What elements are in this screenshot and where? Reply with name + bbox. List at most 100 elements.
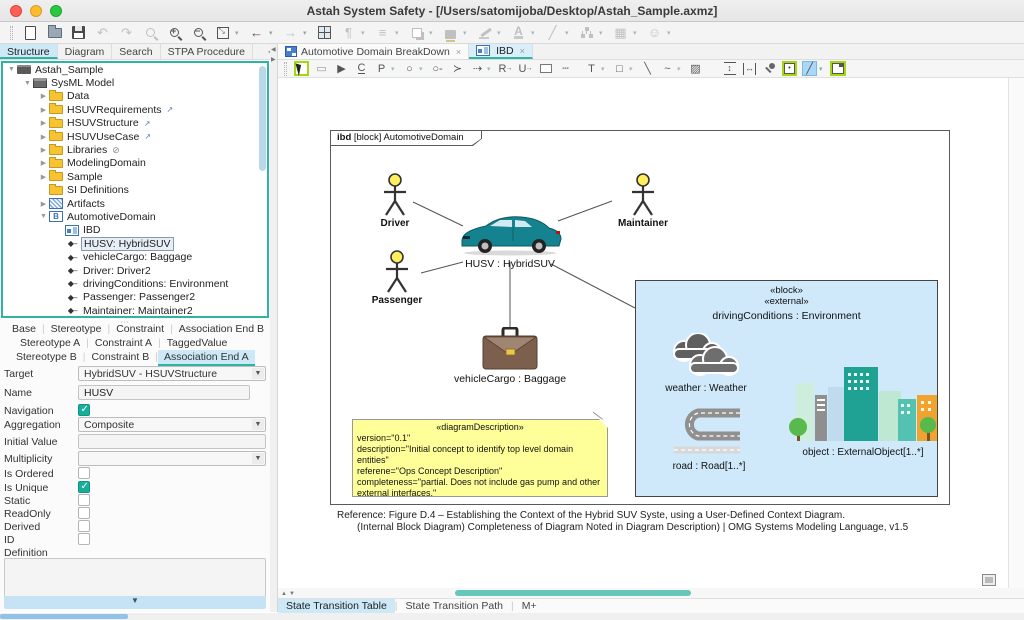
note-tool[interactable] (538, 61, 553, 76)
align-icon[interactable]: ≡ (374, 24, 391, 41)
tree-item-automotivedomain[interactable]: ▼BAutomotiveDomain (3, 210, 267, 223)
close-icon[interactable]: × (456, 47, 461, 57)
ptab-stereotype[interactable]: Stereotype (45, 322, 108, 336)
control-tool[interactable]: C (354, 61, 369, 76)
port-highlight-tool[interactable]: • (782, 61, 797, 76)
tree-item-sysml-model[interactable]: ▼SysML Model (3, 76, 267, 89)
readonly-checkbox[interactable] (78, 507, 90, 519)
fit-to-window-icon[interactable] (214, 24, 231, 41)
connector-style-icon[interactable]: ╱ (544, 24, 561, 41)
hierarchy-icon[interactable] (578, 24, 595, 41)
ptab-constraint[interactable]: Constraint (110, 322, 170, 336)
diagram-description-note[interactable]: «diagramDescription» version="0.1" descr… (352, 419, 608, 497)
grid-layout-icon[interactable]: ▦ (612, 24, 629, 41)
port-tool[interactable]: P (374, 61, 389, 76)
ptab-association-end-a[interactable]: Association End A (158, 350, 255, 366)
weather-image[interactable] (662, 333, 750, 383)
navigation-checkbox[interactable] (78, 404, 90, 416)
bottom-panel-arrows[interactable]: ▲▼ (281, 591, 297, 597)
ptab-constraint-a[interactable]: Constraint A (89, 336, 158, 350)
usecase-tool[interactable]: U (518, 61, 533, 76)
tab-stpa-procedure[interactable]: STPA Procedure (161, 44, 253, 59)
text-format-icon[interactable]: ¶ (340, 24, 357, 41)
id-checkbox[interactable] (78, 533, 90, 545)
canvas-horizontal-scrollbar[interactable]: ⋯ (278, 588, 1024, 598)
tree-item-ibd[interactable]: ▶IBD (3, 224, 267, 237)
tree-item-maintainer[interactable]: ▶◆–Maintainer: Maintainer2 (3, 304, 267, 317)
image-tool[interactable]: ▨ (688, 61, 703, 76)
distribute-vertical-tool[interactable]: ↕ (722, 61, 737, 76)
diagram-tab-ibd[interactable]: IBD × (469, 44, 533, 59)
city-image[interactable] (788, 359, 940, 443)
ptab-association-end-b[interactable]: Association End B (173, 322, 270, 336)
tree-item-passenger[interactable]: ▶◆–Passenger: Passenger2 (3, 291, 267, 304)
tree-item-libraries[interactable]: ▶Libraries⊘ (3, 143, 267, 156)
tree-item-hsuvrequirements[interactable]: ▶HSUVRequirements↗ (3, 103, 267, 116)
tab-search[interactable]: Search (112, 44, 160, 59)
zoom-in-icon[interactable] (166, 24, 183, 41)
save-icon[interactable] (70, 24, 87, 41)
derived-checkbox[interactable] (78, 520, 90, 532)
aggregation-select[interactable]: Composite▼ (78, 417, 266, 432)
rectangle-tool[interactable]: □ (612, 61, 627, 76)
tree-item-husv[interactable]: ▶◆–HUSV: HybridSUV (3, 237, 267, 250)
hscroll-thumb[interactable] (455, 590, 691, 596)
tree-item-si-definitions[interactable]: ▶SI Definitions (3, 184, 267, 197)
zoom-out-icon[interactable] (190, 24, 207, 41)
target-select[interactable]: HybridSUV - HSUVStructure▼ (78, 366, 266, 381)
ptab-taggedvalue[interactable]: TaggedValue (161, 336, 234, 350)
tab-diagram[interactable]: Diagram (58, 44, 113, 59)
layers-icon[interactable] (408, 24, 425, 41)
frame-tool[interactable] (830, 61, 846, 76)
open-file-icon[interactable] (46, 24, 63, 41)
environment-block[interactable]: «block» «external» drivingConditions : E… (635, 280, 938, 497)
diagram-canvas[interactable]: ibd [block] AutomotiveDomain Driver Main… (278, 78, 1008, 588)
line-tool[interactable]: ╲ (640, 61, 655, 76)
tree-item-modelingdomain[interactable]: ▶ModelingDomain (3, 157, 267, 170)
font-color-icon[interactable]: A (510, 24, 527, 41)
circle-tool[interactable]: ○ (402, 61, 417, 76)
lollipop-interface-tool[interactable]: ○- (430, 61, 445, 76)
tab-state-transition-table[interactable]: State Transition Table (278, 599, 395, 613)
ptab-stereotype-b[interactable]: Stereotype B (10, 350, 83, 366)
navigate-back-icon[interactable]: ← (248, 24, 265, 41)
initial-value-field[interactable] (78, 434, 266, 449)
is-ordered-checkbox[interactable] (78, 467, 90, 479)
multiplicity-select[interactable]: ▼ (78, 451, 266, 466)
tree-item-artifacts[interactable]: ▶Artifacts (3, 197, 267, 210)
zoom-reset-icon[interactable] (142, 24, 159, 41)
dependency-tool[interactable]: ⇢ (470, 61, 485, 76)
tree-item-hsuvusecase[interactable]: ▶HSUVUseCase↗ (3, 130, 267, 143)
road-image[interactable] (670, 403, 744, 457)
ptab-base[interactable]: Base (6, 322, 42, 336)
collapse-panel-button[interactable]: ▼ (4, 596, 266, 609)
line-draw-icon[interactable] (476, 24, 493, 41)
fork-tool[interactable]: ≻ (450, 61, 465, 76)
tab-m-plus[interactable]: M+ (514, 599, 545, 613)
collapse-left-icon[interactable]: ◀ (271, 46, 276, 53)
definition-field[interactable] (4, 558, 266, 598)
ptab-stereotype-a[interactable]: Stereotype A (14, 336, 86, 350)
new-file-icon[interactable] (22, 24, 39, 41)
tree-item-project[interactable]: ▼Astah_Sample (3, 63, 267, 76)
redo-icon[interactable]: ↷ (118, 24, 135, 41)
name-field[interactable] (78, 385, 250, 400)
pushpin-tool[interactable] (762, 61, 777, 76)
splitter-handle[interactable]: ⋯ (644, 587, 654, 598)
overview-icon[interactable] (982, 574, 996, 586)
curve-tool[interactable]: ~ (660, 61, 675, 76)
canvas-vertical-scrollbar[interactable] (1008, 78, 1024, 588)
tree-scrollbar[interactable] (259, 66, 266, 171)
static-checkbox[interactable] (78, 494, 90, 506)
text-tool[interactable]: T (584, 61, 599, 76)
car-image[interactable] (455, 211, 565, 257)
diagram-map-icon[interactable] (316, 24, 333, 41)
panel-divider[interactable]: ◀ ▶ (270, 44, 278, 612)
actor-driver[interactable] (380, 173, 410, 217)
tree-item-driver[interactable]: ▶◆–Driver: Driver2 (3, 264, 267, 277)
action-tool[interactable]: ▶ (334, 61, 349, 76)
distribute-horizontal-tool[interactable]: ↔ (742, 61, 757, 76)
emoticon-icon[interactable]: ☺ (646, 24, 663, 41)
actor-maintainer[interactable] (628, 173, 658, 217)
tab-state-transition-path[interactable]: State Transition Path (398, 599, 511, 613)
